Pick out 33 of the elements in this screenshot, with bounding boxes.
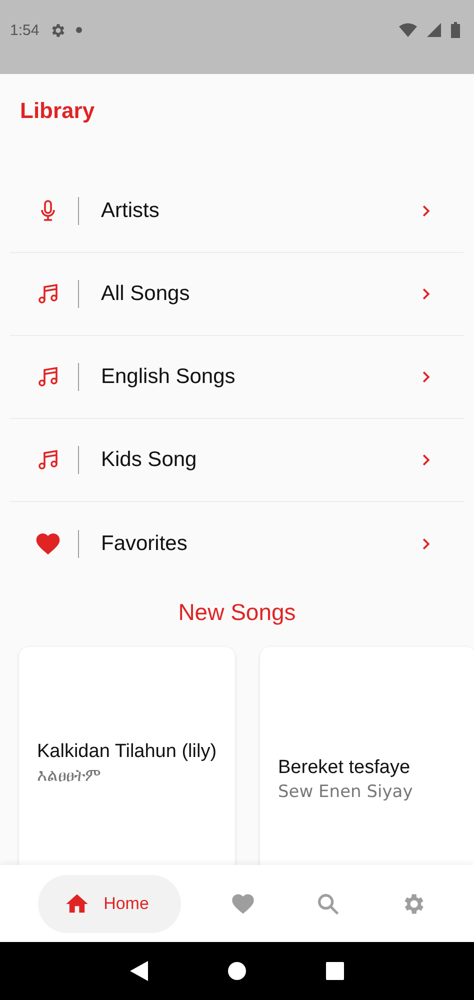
section-title: New Songs: [178, 598, 296, 627]
song-title: Bereket tesfaye: [278, 756, 412, 780]
wifi-icon: [399, 23, 417, 37]
song-card[interactable]: Bereket tesfaye Sew Enen Siyay: [260, 647, 474, 865]
nav-tab[interactable]: Home: [38, 874, 181, 932]
menu-label: All Songs: [101, 282, 191, 306]
song-title: Kalkidan Tilahun (lily): [37, 740, 217, 764]
menu-label: Kids Song: [101, 448, 198, 472]
song-card[interactable]: Kalkidan Tilahun (lily) እልፀፀትም: [19, 647, 235, 865]
library-menu-item[interactable]: All Songs: [10, 253, 464, 336]
home-button-icon[interactable]: [226, 961, 247, 981]
menu-label: Artists: [101, 199, 160, 223]
chevron-right-icon: [422, 205, 430, 217]
library-menu-item[interactable]: English Songs: [10, 336, 464, 419]
recents-icon[interactable]: [326, 962, 344, 980]
song-subtitle: እልፀፀትም: [37, 766, 102, 786]
menu-label: English Songs: [101, 365, 236, 389]
chevron-right-icon: [422, 288, 430, 300]
library-menu-item[interactable]: Kids Song: [10, 419, 464, 502]
signal-icon: [427, 23, 441, 37]
library-menu-item[interactable]: Artists: [10, 170, 464, 253]
notification-dot-icon: [76, 27, 82, 33]
chevron-right-icon: [422, 454, 430, 466]
back-icon[interactable]: [130, 961, 148, 981]
song-subtitle: Sew Enen Siyay: [278, 782, 414, 802]
chevron-right-icon: [422, 371, 430, 383]
library-menu-item[interactable]: Favorites: [10, 502, 464, 585]
page-title: Library: [20, 97, 96, 125]
settings-icon: [49, 22, 66, 38]
chevron-right-icon: [422, 538, 430, 550]
status-time: 1:54: [10, 22, 40, 38]
battery-icon: [451, 22, 460, 38]
menu-label: Favorites: [101, 532, 188, 556]
